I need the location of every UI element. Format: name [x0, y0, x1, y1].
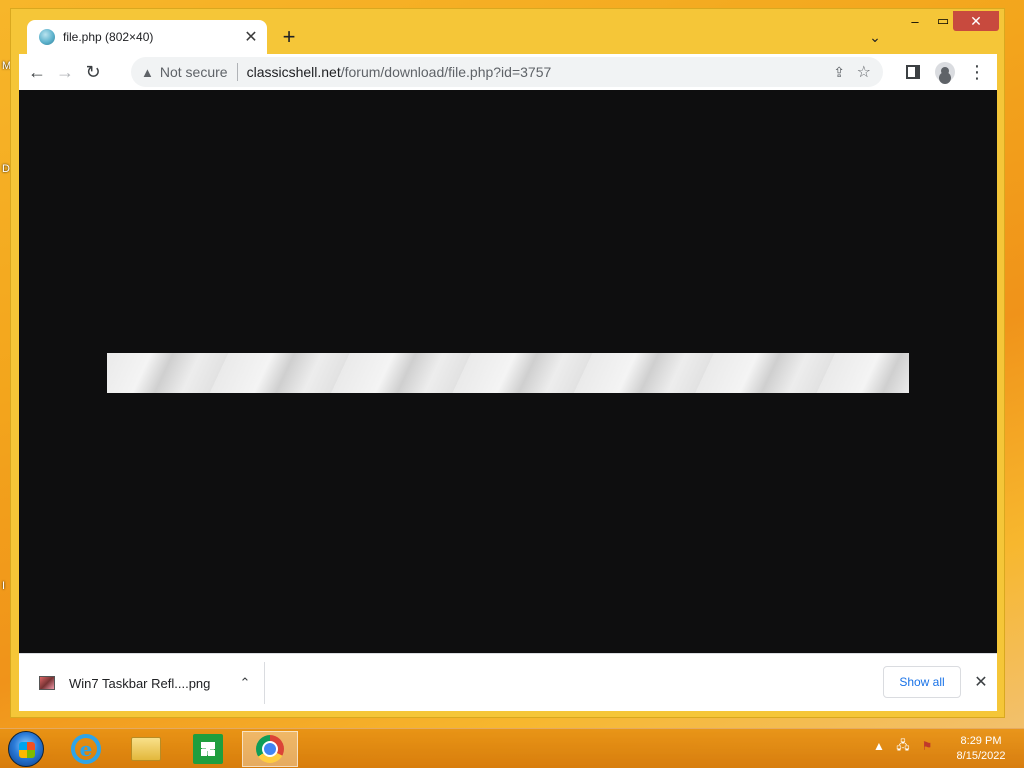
action-center-flag-icon[interactable]: ⚑	[920, 739, 934, 753]
download-item[interactable]: Win7 Taskbar Refl....png ⌃	[29, 664, 257, 702]
forward-button[interactable]: →	[51, 58, 79, 86]
tab-active[interactable]: file.php (802×40) ✕	[27, 20, 267, 54]
desktop-icon-label: D	[2, 163, 10, 175]
share-icon[interactable]: ⇪	[833, 64, 845, 81]
profile-icon	[935, 62, 955, 82]
taskbar-store[interactable]	[180, 731, 236, 767]
address-bar[interactable]: ▲ Not secure classicshell.net/forum/down…	[131, 57, 883, 87]
taskbar-ie[interactable]: e	[58, 731, 114, 767]
side-panel-button[interactable]	[899, 58, 927, 86]
side-panel-icon	[906, 65, 920, 79]
taskbar: e ▲ 🖧 ⚑ 8:29 PM 8/15/2022	[0, 728, 1024, 768]
url-host[interactable]: classicshell.net	[247, 64, 341, 80]
displayed-image[interactable]	[107, 353, 909, 393]
back-button[interactable]: ←	[23, 58, 51, 86]
clock-time: 8:29 PM	[960, 735, 1002, 747]
taskbar-explorer[interactable]	[118, 731, 174, 767]
close-download-bar-icon[interactable]: ✕	[969, 668, 993, 696]
network-icon[interactable]: 🖧	[896, 738, 910, 753]
show-hidden-icons-icon[interactable]: ▲	[872, 739, 886, 753]
browser-window: file.php (802×40) ✕ + ⌄ – ▭ ✕ ← → ↻ ▲ No…	[10, 8, 1005, 718]
chevron-up-icon[interactable]: ⌃	[233, 675, 257, 691]
image-file-icon	[39, 676, 55, 690]
tab-close-icon[interactable]: ✕	[239, 25, 263, 49]
clock-date: 8/15/2022	[956, 750, 1006, 762]
browser-toolbar: ← → ↻ ▲ Not secure classicshell.net/foru…	[19, 54, 997, 90]
chrome-icon	[256, 735, 284, 763]
page-content	[19, 90, 997, 653]
divider	[236, 63, 238, 81]
divider	[264, 662, 265, 704]
url-path[interactable]: /forum/download/file.php?id=3757	[341, 64, 552, 80]
reload-button[interactable]: ↻	[79, 58, 107, 86]
security-label[interactable]: Not secure	[160, 64, 228, 80]
desktop-icon-label: I	[2, 580, 6, 592]
new-tab-button[interactable]: +	[277, 24, 301, 49]
show-all-button[interactable]: Show all	[883, 666, 961, 698]
tab-search-button[interactable]: ⌄	[865, 27, 885, 47]
clock[interactable]: 8:29 PM 8/15/2022	[948, 734, 1014, 764]
system-tray: ▲ 🖧 ⚑	[872, 738, 934, 754]
tab-title: file.php (802×40)	[63, 30, 154, 44]
menu-button[interactable]: ⋮	[963, 58, 991, 86]
taskbar-chrome[interactable]	[242, 731, 298, 767]
download-file-name: Win7 Taskbar Refl....png	[69, 675, 211, 691]
internet-explorer-icon: e	[71, 734, 101, 764]
folder-icon	[131, 737, 161, 761]
toolbar-right-group: ⋮	[899, 58, 991, 86]
title-bar[interactable]: file.php (802×40) ✕ + ⌄ – ▭ ✕	[11, 9, 1004, 54]
favicon-icon	[39, 29, 55, 45]
store-icon	[193, 734, 223, 764]
profile-button[interactable]	[931, 58, 959, 86]
warning-icon[interactable]: ▲	[141, 65, 154, 80]
close-window-button[interactable]: ✕	[953, 11, 999, 31]
bookmark-star-icon[interactable]: ☆	[857, 62, 871, 82]
minimize-button[interactable]: –	[901, 11, 929, 31]
download-bar: Win7 Taskbar Refl....png ⌃ Show all ✕	[19, 653, 997, 711]
start-button[interactable]	[8, 731, 44, 767]
